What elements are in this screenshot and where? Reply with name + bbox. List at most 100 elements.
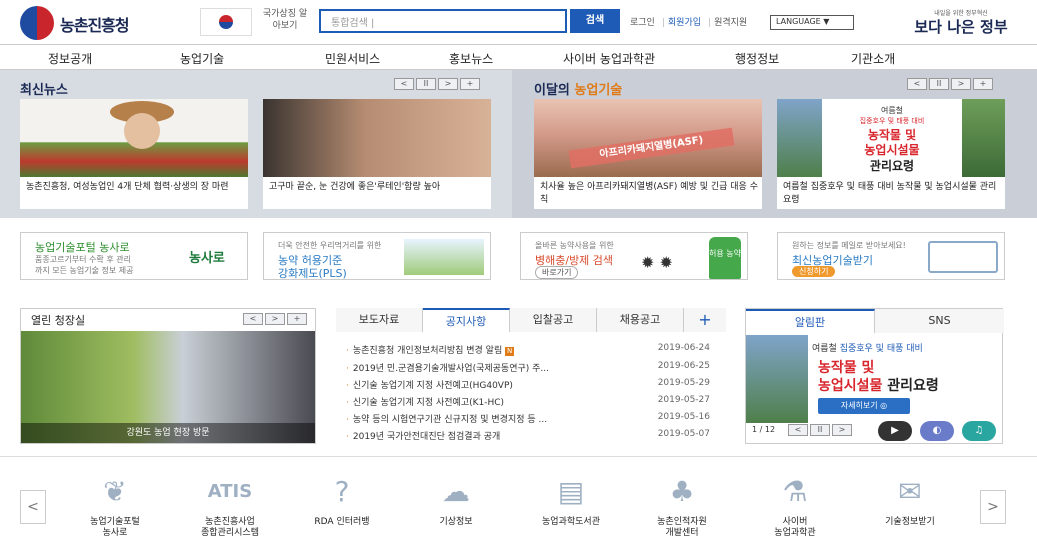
news-photo-farmer	[20, 99, 248, 177]
nav-civil-service[interactable]: 민원서비스	[325, 50, 380, 67]
tech-prev-button[interactable]: <	[907, 78, 927, 90]
new-badge: N	[505, 347, 515, 356]
hall-more-button[interactable]: +	[287, 313, 307, 325]
notice-item[interactable]: · 농약 등의 시험연구기관 신규지정 및 변경지정 등 ... 2019-05-1…	[346, 412, 710, 425]
login-link[interactable]: 로그인	[630, 18, 655, 28]
tech-pause-button[interactable]: II	[929, 78, 949, 90]
typhoon-red: 집중호우 및 태풍 대비	[859, 117, 925, 125]
alert-line3-a: 농업시설물	[818, 378, 883, 394]
nav-agri-tech[interactable]: 농업기술	[180, 50, 224, 67]
quick-interrobang[interactable]: ? RDA 인터러뱅	[287, 457, 397, 528]
alert-next-button[interactable]: >	[832, 424, 852, 436]
nav-info-disclosure[interactable]: 정보공개	[48, 50, 92, 67]
quick-label-1: 농업기술포털	[90, 517, 140, 527]
podcast-icon[interactable]: ♫	[962, 421, 996, 441]
quick-next-button[interactable]: >	[980, 490, 1006, 524]
news-prev-button[interactable]: <	[394, 78, 414, 90]
tech-more-button[interactable]: +	[973, 78, 993, 90]
main-nav: 정보공개 농업기술 민원서비스 홍보뉴스 사이버 농업과학관 행정정보 기관소개	[0, 44, 1037, 70]
notice-item[interactable]: · 신기술 농업기계 지정 사전예고(K1-HC) 2019-05-27	[346, 395, 710, 408]
typhoon-small: 여름철	[880, 106, 904, 115]
quick-tech-mail[interactable]: ✉ 기술정보받기	[855, 457, 965, 528]
tab-press[interactable]: 보도자료	[336, 308, 423, 332]
tab-notice[interactable]: 공지사항	[423, 308, 510, 332]
pesticide-bottle-icon: 허용 농약	[709, 237, 741, 279]
banner-newsletter-button[interactable]: 신청하기	[792, 266, 836, 277]
tech-card-1[interactable]: 아프리카돼지열병(ASF) 치사율 높은 아프리카돼지열병(ASF) 예방 및 …	[534, 99, 762, 209]
logo-text[interactable]: 농촌진흥청	[60, 12, 130, 36]
news-next-button[interactable]: >	[438, 78, 458, 90]
quick-weather[interactable]: ☁ 기상정보	[401, 457, 511, 528]
youtube-icon[interactable]: ▶	[878, 421, 912, 441]
news-card-2[interactable]: 고구마 끝순, 눈 건강에 좋은'루테인'함량 높아	[263, 99, 491, 209]
news-controls: < II > +	[394, 78, 480, 90]
quick-cyber-museum[interactable]: ⚗ 사이버 농업과학관	[740, 457, 850, 539]
news-card-1[interactable]: 농촌진흥청, 여성농업인 4개 단체 협력·상생의 장 마련	[20, 99, 248, 209]
hall-controls: < > +	[243, 313, 307, 325]
monthly-tech-title-accent: 농업기술	[574, 83, 623, 98]
alert-photo	[746, 335, 808, 423]
notice-date: 2019-05-29	[657, 378, 710, 388]
alert-prev-button[interactable]: <	[788, 424, 808, 436]
nav-admin-info[interactable]: 행정정보	[735, 50, 779, 67]
gov-innovation-logo[interactable]: 내일을 위한 정부혁신 보다 나은 정부	[902, 8, 1020, 36]
alert-line1-b: 집중호우 및 태풍 대비	[839, 344, 923, 354]
notice-item[interactable]: · 2019년 국가안전대진단 점검결과 공개 2019-05-07	[346, 429, 710, 442]
quick-links-bar: ❦ 농업기술포털 농사로 ATIS 농촌진흥사업 종합관리시스템 ? RDA 인터러뱅 ☁…	[0, 456, 1037, 546]
notice-item[interactable]: · 신기술 농업기계 지정 사전예고(HG40VP) 2019-05-29	[346, 378, 710, 391]
notice-title: 신기술 농업기계 지정 사전예고(K1-HC)	[352, 398, 505, 408]
nav-cyber-museum[interactable]: 사이버 농업과학관	[563, 50, 655, 67]
nav-pr-news[interactable]: 홍보뉴스	[449, 50, 493, 67]
board-more-button[interactable]: +	[684, 308, 726, 332]
rda-logo-icon[interactable]	[20, 6, 54, 40]
search-button[interactable]: 검색	[570, 9, 620, 33]
tech-next-button[interactable]: >	[951, 78, 971, 90]
notice-date: 2019-05-16	[657, 412, 710, 422]
remote-support-link[interactable]: 원격지원	[714, 18, 747, 28]
alert-banner[interactable]: 여름철 집중호우 및 태풍 대비 농작물 및 농업시설물 관리요령 자세히보기 …	[746, 335, 1002, 423]
quick-hrd-center[interactable]: ♣ 농촌인적자원 개발센터	[627, 457, 737, 539]
national-symbol-link[interactable]: 국가상징 알아보기	[260, 8, 310, 32]
banner-pls[interactable]: 더욱 안전한 우리먹거리를 위한 농약 허용기준 강화제도(PLS)	[263, 232, 491, 280]
language-select[interactable]: LANGUAGE ▼	[770, 15, 854, 30]
notice-title: 2019년 민.군겸용기술개발사업(국제공동연구) 주...	[352, 364, 550, 374]
tech-card-2[interactable]: 여름철 집중호우 및 태풍 대비 농작물 및 농업시설물 관리요령 여름철 집중…	[777, 99, 1005, 209]
quick-atis[interactable]: ATIS 농촌진흥사업 종합관리시스템	[175, 457, 285, 539]
hall-next-button[interactable]: >	[265, 313, 285, 325]
quick-library[interactable]: ▤ 농업과학도서관	[516, 457, 626, 528]
search-input[interactable]: 통합검색 |	[319, 9, 567, 33]
tab-recruit[interactable]: 채용공고	[597, 308, 684, 332]
banner-newsletter[interactable]: 원하는 정보를 메일로 받아보세요! 최신농업기술받기 신청하기	[777, 232, 1005, 280]
alert-detail-button[interactable]: 자세히보기 ◎	[818, 398, 910, 414]
news-more-button[interactable]: +	[460, 78, 480, 90]
quick-label-1: 기술정보받기	[885, 517, 935, 527]
typhoon-big-3: 관리요령	[869, 159, 915, 173]
tab-sns[interactable]: SNS	[875, 309, 1004, 333]
banner-pls-title2: 강화제도(PLS)	[278, 267, 347, 280]
banner-pest[interactable]: 올바른 농약사용을 위한 병해충/방제 검색 바로가기 ✹ ✹ 허용 농약	[520, 232, 748, 280]
quick-prev-button[interactable]: <	[20, 490, 46, 524]
hall-photo[interactable]: 강원도 농업 현장 방문	[21, 331, 315, 443]
quick-label-1: 농업과학도서관	[542, 517, 600, 527]
alert-pause-button[interactable]: II	[810, 424, 830, 436]
notice-date: 2019-05-07	[657, 429, 710, 439]
news-photo-eye	[263, 99, 491, 177]
quick-label-1: 기상정보	[439, 517, 473, 527]
banner-nongsaro-sub2: 까지 모든 농업기술 정보 제공	[35, 266, 134, 275]
bug-icon: ✹ ✹	[641, 253, 673, 272]
tech-caption-1: 치사율 높은 아프리카돼지열병(ASF) 예방 및 긴급 대응 수칙	[540, 182, 758, 205]
notice-item[interactable]: · 2019년 민.군겸용기술개발사업(국제공동연구) 주... 2019-06-2…	[346, 361, 710, 374]
banner-nongsaro[interactable]: 농업기술포털 농사로 품종고르기부터 수확 후 관리 까지 모든 농업기술 정보…	[20, 232, 248, 280]
quick-nongsaro[interactable]: ❦ 농업기술포털 농사로	[60, 457, 170, 539]
weather-icon: ☁	[442, 475, 470, 508]
national-flag-icon[interactable]	[200, 8, 252, 36]
news-pause-button[interactable]: II	[416, 78, 436, 90]
notice-item[interactable]: · 농촌진흥청 개인정보처리방침 변경 알림 N 2019-06-24	[346, 343, 710, 356]
hall-prev-button[interactable]: <	[243, 313, 263, 325]
join-link[interactable]: 회원가입	[668, 18, 701, 28]
tab-bid[interactable]: 입찰공고	[510, 308, 597, 332]
blog-icon[interactable]: ◐	[920, 421, 954, 441]
banner-pest-button[interactable]: 바로가기	[535, 266, 579, 279]
nav-about[interactable]: 기관소개	[851, 50, 895, 67]
tab-alert-board[interactable]: 알림판	[746, 309, 875, 333]
